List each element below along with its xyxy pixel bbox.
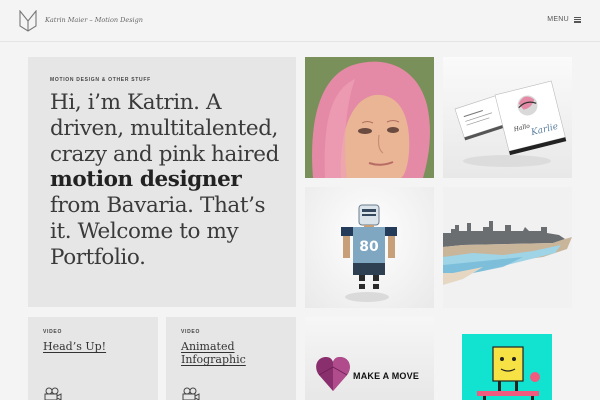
video-camera-icon <box>44 387 62 400</box>
project-tile-football-robot[interactable]: 80 <box>305 187 434 308</box>
logo-icon[interactable] <box>18 10 38 32</box>
intro-headline: Hi, i’m Katrin. A driven, multitalented,… <box>50 90 290 271</box>
video-title-link[interactable]: Head’s Up! <box>43 340 106 353</box>
hamburger-icon <box>574 16 581 23</box>
football-robot-image: 80 <box>341 204 397 302</box>
portrait-image <box>305 57 434 178</box>
menu-label: MENU <box>547 16 569 23</box>
video-kind-label: VIDEO <box>181 329 201 335</box>
project-tile-business-cards[interactable]: Hallo Karlie <box>443 57 572 178</box>
site-header: Katrin Maier – Motion Design MENU <box>0 0 600 42</box>
site-tagline: Katrin Maier – Motion Design <box>45 16 143 24</box>
video-card-heads-up[interactable]: VIDEO Head’s Up! <box>28 317 158 400</box>
project-tile-city-illustration[interactable] <box>443 187 572 308</box>
headline-text: Hi, i’m Katrin. A driven, multitalented,… <box>50 90 279 167</box>
city-illustration-image <box>443 221 572 285</box>
heart-logo-icon <box>316 357 350 391</box>
project-tile-make-a-move[interactable]: MAKE A MOVE <box>305 317 434 400</box>
intro-panel: MOTION DESIGN & OTHER STUFF Hi, i’m Katr… <box>28 57 296 307</box>
video-camera-icon <box>182 387 200 400</box>
project-tile-character-illustration[interactable] <box>443 317 572 400</box>
jersey-number: 80 <box>359 239 379 255</box>
intro-kicker: MOTION DESIGN & OTHER STUFF <box>50 77 151 83</box>
business-cards-image: Hallo Karlie <box>454 80 567 167</box>
headline-text-end: from Bavaria. That’s it. Welcome to my P… <box>50 193 266 270</box>
headline-bold: motion designer <box>50 167 242 193</box>
video-title-link[interactable]: Animated Infographic <box>181 340 261 366</box>
video-card-animated-infographic[interactable]: VIDEO Animated Infographic <box>166 317 296 400</box>
video-kind-label: VIDEO <box>43 329 63 335</box>
menu-button[interactable]: MENU <box>547 16 581 23</box>
character-illustration-image <box>462 334 552 400</box>
project-tile-portrait[interactable] <box>305 57 434 178</box>
make-a-move-label: MAKE A MOVE <box>353 371 420 381</box>
